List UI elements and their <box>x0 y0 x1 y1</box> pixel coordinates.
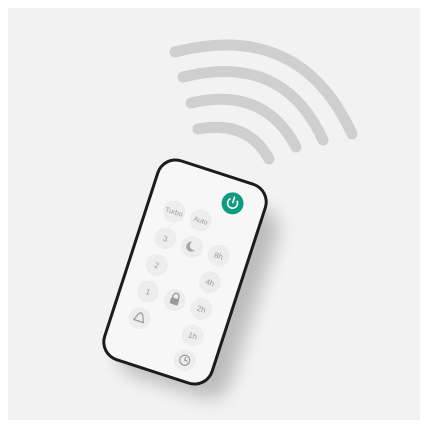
scene-svg: Turbo Auto 3 8h 2 4h 1 2h 1h <box>102 39 358 399</box>
signal-waves <box>169 39 358 165</box>
product-photo: Turbo Auto 3 8h 2 4h 1 2h 1h <box>0 0 426 427</box>
signal-wave-outer <box>169 39 358 140</box>
signal-wave-inner <box>192 121 275 165</box>
